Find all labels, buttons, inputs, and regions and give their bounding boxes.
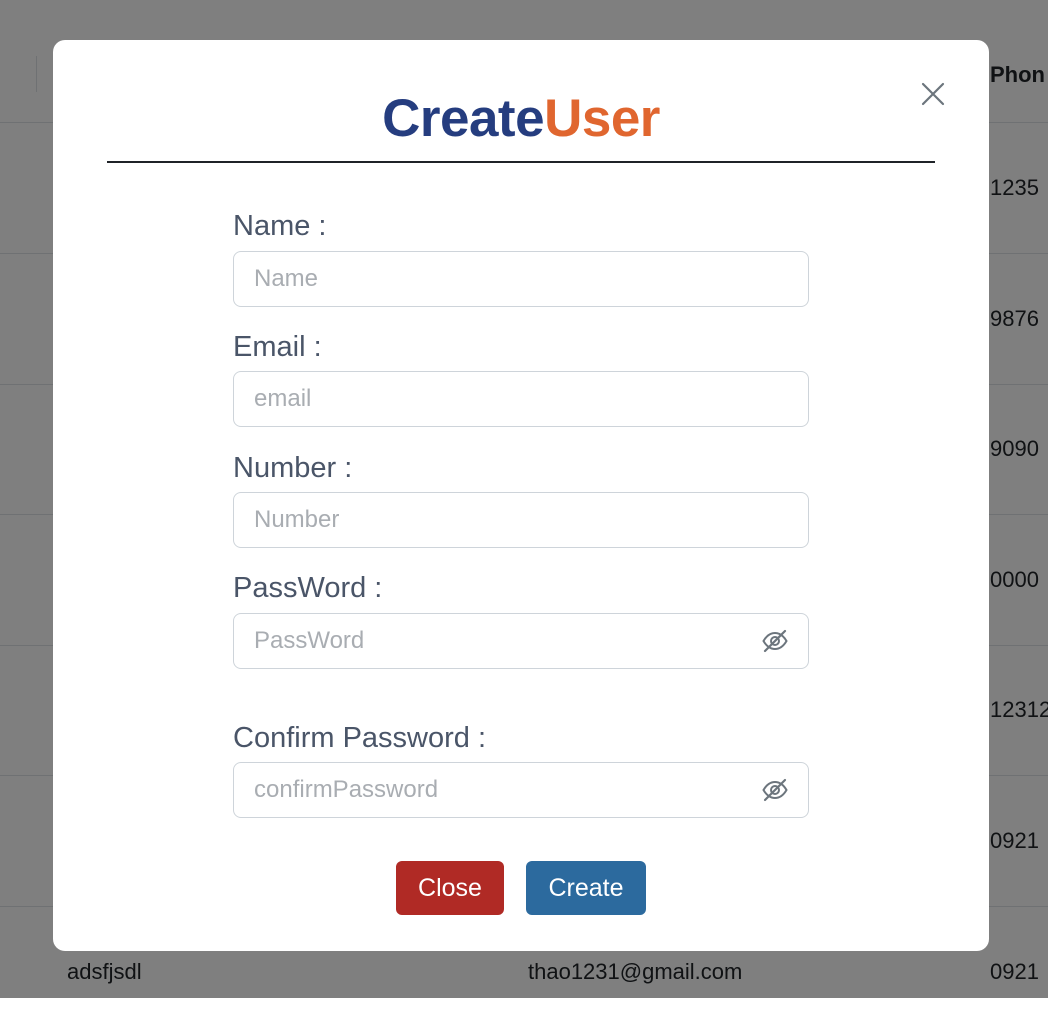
create-user-modal: CreateUser Name : Email : Number : PassW… [53, 40, 989, 951]
number-label: Number : [233, 452, 353, 484]
title-create: Create [382, 89, 545, 148]
number-input[interactable] [233, 492, 809, 548]
modal-title: CreateUser [53, 89, 989, 149]
email-input[interactable] [233, 371, 809, 427]
eye-slash-icon[interactable] [761, 627, 789, 655]
close-x-icon[interactable] [919, 80, 947, 108]
close-button[interactable]: Close [396, 861, 504, 915]
name-label: Name : [233, 210, 327, 242]
confirm-password-input[interactable] [233, 762, 809, 818]
email-label: Email : [233, 331, 322, 363]
confirm-password-label: Confirm Password : [233, 722, 487, 754]
create-button[interactable]: Create [526, 861, 646, 915]
eye-slash-icon[interactable] [761, 776, 789, 804]
name-input[interactable] [233, 251, 809, 307]
title-user: User [544, 89, 660, 148]
password-input[interactable] [233, 613, 809, 669]
password-label: PassWord : [233, 572, 383, 604]
title-divider [107, 161, 935, 163]
